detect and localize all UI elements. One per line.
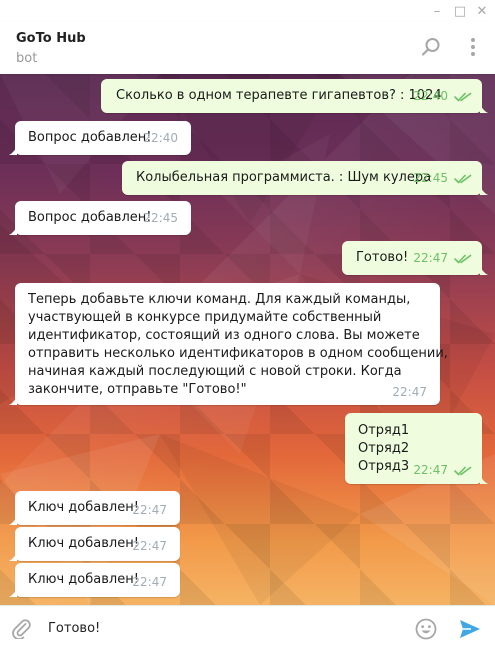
message-text: Ключ добавлен!	[28, 500, 139, 515]
double-check-icon	[454, 174, 472, 184]
bubble-tail	[9, 395, 17, 405]
message-text: Колыбельная программиста. : Шум кулера	[136, 170, 432, 185]
message-time: 22:47	[413, 251, 448, 265]
paperclip-icon[interactable]	[10, 617, 32, 640]
chat-title[interactable]: GoTo Hub	[16, 31, 86, 46]
message-text: Вопрос добавлен!	[28, 210, 152, 225]
bubble-tail	[9, 515, 17, 525]
chat-header[interactable]: GoTo Hub bot	[0, 22, 495, 74]
window-titlebar: – □ ✕	[0, 0, 495, 23]
incoming-message[interactable]: Теперь добавьте ключи команд. Для каждый…	[9, 283, 448, 405]
message-time: 22:47	[132, 539, 167, 553]
outgoing-message[interactable]: Готово! 22:47	[342, 241, 488, 275]
emoji-icon[interactable]	[414, 617, 438, 641]
message-text: Сколько в одном терапевте гигапевтов? : …	[116, 88, 442, 103]
bubble-tail	[480, 265, 488, 275]
message-list[interactable]: Сколько в одном терапевте гигапевтов? : …	[0, 74, 495, 605]
incoming-message[interactable]: Ключ добавлен! 22:47	[9, 563, 180, 597]
incoming-message[interactable]: Вопрос добавлен! 22:45	[9, 201, 191, 235]
bubble-tail	[9, 551, 17, 561]
message-time: 22:47	[132, 503, 167, 517]
message-text: Ключ добавлен!	[28, 536, 139, 551]
send-button[interactable]	[458, 617, 482, 641]
message-time: 22:47	[392, 385, 427, 399]
bubble-tail	[9, 587, 17, 597]
message-text: Отряд1 Отряд2 Отряд3	[358, 423, 410, 474]
bubble-tail	[480, 103, 488, 113]
message-time: 22:45	[413, 171, 448, 185]
telegram-window: – □ ✕ GoTo Hub bot Сколько в одном терап…	[0, 0, 495, 650]
message-time: 22:45	[143, 211, 178, 225]
incoming-message[interactable]: Вопрос добавлен! 22:40	[9, 121, 191, 155]
message-time: 22:40	[143, 131, 178, 145]
message-text: Готово!	[356, 250, 409, 265]
incoming-message[interactable]: Ключ добавлен! 22:47	[9, 491, 180, 525]
incoming-message[interactable]: Ключ добавлен! 22:47	[9, 527, 180, 561]
message-input[interactable]	[48, 616, 398, 640]
send-icon	[460, 620, 480, 638]
message-text: Вопрос добавлен!	[28, 130, 152, 145]
bubble-tail	[480, 185, 488, 195]
search-icon[interactable]	[420, 36, 442, 58]
double-check-icon	[454, 254, 472, 264]
bubble-tail	[9, 145, 17, 155]
bubble-tail	[480, 474, 488, 484]
message-text: Теперь добавьте ключи команд. Для каждый…	[28, 292, 448, 397]
message-composer	[0, 605, 495, 650]
message-text: Ключ добавлен!	[28, 572, 139, 587]
minimize-button[interactable]: –	[426, 0, 448, 22]
bubble-tail	[9, 225, 17, 235]
double-check-icon	[454, 92, 472, 102]
message-time: 22:47	[132, 575, 167, 589]
double-check-icon	[454, 466, 472, 476]
maximize-button[interactable]: □	[449, 0, 471, 22]
message-time: 22:47	[413, 463, 448, 477]
chat-status: bot	[16, 51, 38, 66]
outgoing-message[interactable]: Отряд1 Отряд2 Отряд3 22:47	[345, 413, 488, 484]
message-time: 22:40	[413, 89, 448, 103]
outgoing-message[interactable]: Сколько в одном терапевте гигапевтов? : …	[101, 79, 488, 113]
more-vertical-icon[interactable]	[462, 36, 484, 58]
outgoing-message[interactable]: Колыбельная программиста. : Шум кулера 22…	[122, 161, 488, 195]
close-button[interactable]: ✕	[471, 0, 493, 22]
